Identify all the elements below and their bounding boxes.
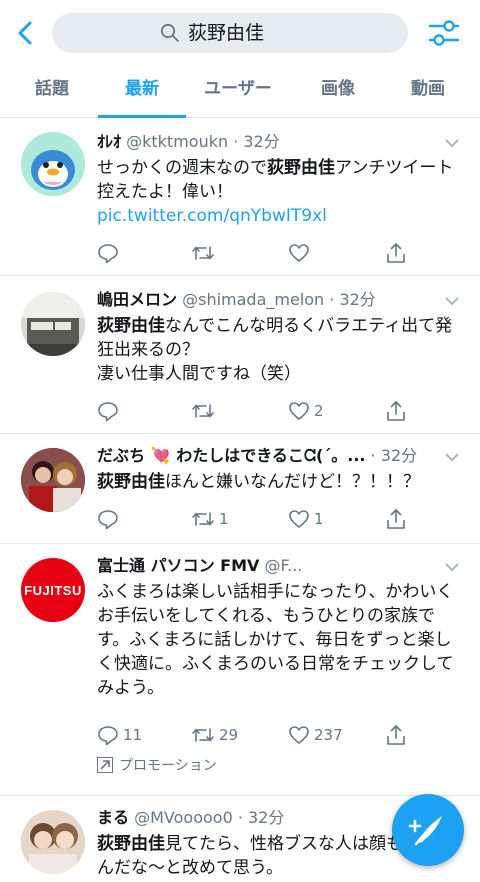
like-button[interactable]: 2: [288, 398, 324, 424]
avatar[interactable]: [21, 810, 85, 874]
tweet-header: だぶち 💘 わたしはできるこᘳ(´。... · 32分: [97, 444, 437, 470]
tab-top[interactable]: 話題: [4, 66, 100, 118]
avatar[interactable]: [21, 132, 85, 196]
chevron-down-icon[interactable]: [444, 296, 460, 306]
share-button[interactable]: [385, 506, 407, 532]
couple-photo-avatar-icon: [21, 448, 85, 512]
reply-icon: [98, 510, 118, 530]
tweet[interactable]: だぶち 💘 わたしはできるこᘳ(´。... · 32分 荻野由佳ほんと嫌いなんだ…: [0, 434, 480, 544]
compose-tweet-icon: [408, 816, 442, 846]
fujitsu-logo-text: FUJITSU: [24, 582, 82, 598]
reply-icon: [98, 244, 118, 264]
share-icon: [387, 401, 405, 421]
search-query: 荻野由佳: [188, 22, 265, 44]
chevron-down-icon[interactable]: [444, 138, 460, 148]
tweet-text: ふくまろは楽しい話相手になったり、かわいくお手伝いをしてくれる、もうひとりの家族…: [97, 582, 454, 698]
share-icon: [387, 725, 405, 745]
reply-icon: [98, 726, 118, 746]
like-heart-icon: [289, 510, 309, 528]
tab-latest[interactable]: 最新: [94, 66, 190, 118]
handle-time: @MVooooo0 · 32分: [134, 808, 285, 827]
reply-button[interactable]: [97, 398, 119, 424]
like-button[interactable]: 1: [288, 506, 324, 532]
reply-icon: [98, 402, 118, 422]
tab-images[interactable]: 画像: [290, 66, 386, 118]
display-name[interactable]: だぶち 💘 わたしはできるこᘳ(´。...: [97, 446, 366, 465]
avatar[interactable]: [21, 292, 85, 356]
reply-button[interactable]: 11: [97, 722, 142, 748]
tweet-header: ｵﾚｵ @ktktmoukn · 32分: [97, 130, 437, 156]
search-tabs: 話題 最新 ユーザー 画像 動画: [0, 66, 480, 118]
tweet-header: 嶋田メロン @shimada_melon · 32分: [97, 288, 437, 314]
display-name[interactable]: ｵﾚｵ: [97, 132, 121, 151]
compose-tweet-button[interactable]: [392, 794, 464, 866]
display-name[interactable]: まる: [97, 808, 129, 827]
tab-videos[interactable]: 動画: [380, 66, 476, 118]
reply-count: 11: [123, 726, 143, 744]
retweet-button[interactable]: [191, 240, 215, 266]
tweet-actions: 11 29 237: [97, 722, 407, 748]
penguin-avatar-icon: [21, 132, 85, 196]
retweet-button[interactable]: [191, 398, 215, 424]
like-button[interactable]: [288, 240, 310, 266]
chevron-down-icon[interactable]: [444, 562, 460, 572]
share-button[interactable]: [385, 398, 407, 424]
reply-button[interactable]: [97, 506, 119, 532]
fujitsu-logo-avatar[interactable]: FUJITSU: [21, 558, 85, 622]
tweet-actions: [97, 240, 407, 266]
handle: @F...: [264, 556, 303, 575]
display-name[interactable]: 嶋田メロン: [97, 290, 177, 309]
like-count: 2: [314, 402, 324, 420]
building-avatar-icon: [21, 292, 85, 356]
retweet-icon: [192, 512, 214, 526]
like-count: 1: [314, 510, 324, 528]
search-icon: [160, 23, 179, 42]
retweet-count: 1: [219, 510, 229, 528]
two-girls-avatar-icon: [21, 810, 85, 874]
retweet-icon: [192, 246, 214, 260]
like-heart-icon: [289, 244, 309, 262]
chevron-down-icon[interactable]: [444, 452, 460, 462]
tweet[interactable]: 嶋田メロン @shimada_melon · 32分 荻野由佳なんでこんな明るく…: [0, 276, 480, 434]
share-icon: [387, 509, 405, 529]
search-header: 荻野由佳 話題 最新 ユーザー 画像 動画: [0, 0, 480, 118]
like-button[interactable]: 237: [288, 722, 343, 748]
promoted-arrow-icon: [97, 757, 113, 773]
retweet-icon: [192, 728, 214, 742]
back-chevron-icon[interactable]: [14, 20, 38, 46]
display-name[interactable]: 富士通 パソコン FMV: [97, 556, 259, 575]
search-input[interactable]: 荻野由佳: [52, 13, 408, 53]
reply-button[interactable]: [97, 240, 119, 266]
retweet-button[interactable]: 1: [191, 506, 229, 532]
like-heart-icon: [289, 726, 309, 744]
retweet-button[interactable]: 29: [191, 722, 238, 748]
share-button[interactable]: [385, 722, 407, 748]
handle-time: · 32分: [370, 446, 418, 465]
tweet-link[interactable]: pic.twitter.com/qnYbwIT9xl: [97, 206, 327, 226]
like-count: 237: [314, 726, 343, 744]
share-icon: [387, 243, 405, 263]
tweet-header: 富士通 パソコン FMV @F...: [97, 554, 437, 580]
filter-sliders-icon[interactable]: [428, 18, 460, 48]
tab-users[interactable]: ユーザー: [190, 66, 286, 118]
tweet-actions: 1 1: [97, 506, 407, 532]
retweet-icon: [192, 404, 214, 418]
tweet-text: 荻野由佳ほんと嫌いなんだけど！？！！？: [97, 472, 420, 492]
handle-time: @ktktmoukn · 32分: [126, 132, 280, 151]
tweet-header: まる @MVooooo0 · 32分: [97, 806, 437, 832]
like-heart-icon: [289, 402, 309, 420]
promoted-label: プロモーション: [97, 756, 217, 776]
handle-time: @shimada_melon · 32分: [182, 290, 376, 309]
tweet-text: 荻野由佳なんでこんな明るくバラエティ出て発狂出来るの？ 凄い仕事人間ですね（笑）: [97, 316, 453, 384]
avatar[interactable]: [21, 448, 85, 512]
promoted-tweet[interactable]: FUJITSU 富士通 パソコン FMV @F... ふくまろは楽しい話相手にな…: [0, 544, 480, 796]
retweet-count: 29: [219, 726, 239, 744]
tweet[interactable]: ｵﾚｵ @ktktmoukn · 32分 せっかくの週末なので荻野由佳アンチツイ…: [0, 118, 480, 276]
tweet-text: せっかくの週末なので荻野由佳アンチツイート控えたよ！偉い！ pic.twitte…: [97, 158, 454, 226]
tweet-actions: 2: [97, 398, 407, 424]
share-button[interactable]: [385, 240, 407, 266]
